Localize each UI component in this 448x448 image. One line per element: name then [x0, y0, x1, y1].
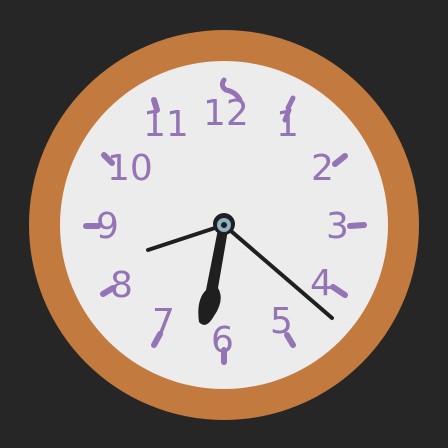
numeral-8-text: 8	[110, 265, 133, 306]
numeral-3-tick	[347, 222, 367, 229]
center-pin	[221, 222, 227, 228]
numeral-1: 1	[276, 95, 299, 145]
numeral-1-text: 1	[276, 104, 299, 145]
analog-clock: 12 1 2 3 4 5 6 7 8 9 10 11	[29, 30, 419, 420]
numeral-4-text: 4	[310, 263, 333, 304]
numeral-6: 6	[211, 320, 234, 365]
numeral-3-text: 3	[326, 206, 349, 247]
numeral-5-text: 5	[270, 301, 293, 342]
clock-scene: 12 1 2 3 4 5 6 7 8 9 10 11	[0, 0, 448, 448]
numeral-7: 7	[151, 302, 175, 348]
numeral-5: 5	[270, 301, 296, 348]
numeral-10-text: 10	[107, 148, 153, 189]
numeral-11: 11	[143, 97, 189, 145]
numeral-10: 10	[101, 148, 153, 189]
numeral-7-text: 7	[152, 302, 175, 343]
numeral-11-text: 11	[143, 104, 189, 145]
numeral-12-text: 12	[203, 93, 249, 134]
numeral-6-text-visible: 6	[211, 320, 234, 361]
numeral-9-text: 9	[96, 206, 119, 247]
numeral-2-text: 2	[311, 148, 334, 189]
